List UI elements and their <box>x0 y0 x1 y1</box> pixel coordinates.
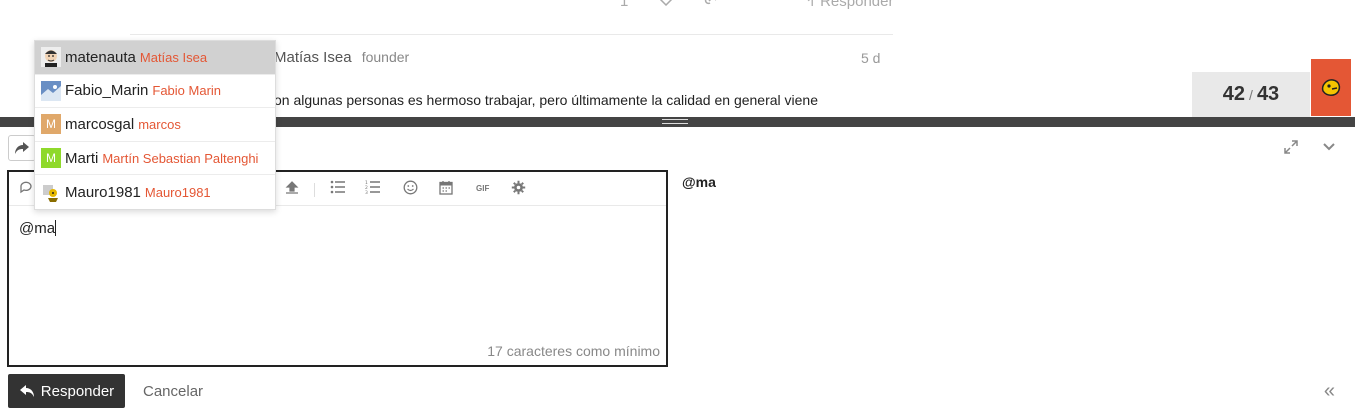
progress-current: 42 <box>1222 83 1246 105</box>
collapse-preview-icon[interactable]: « <box>1324 380 1335 403</box>
progress-separator: / <box>1249 86 1253 103</box>
avatar-icon <box>1321 78 1341 96</box>
autocomplete-fullname: Matías Isea <box>139 49 208 65</box>
autocomplete-username: marcosgal <box>65 115 135 133</box>
topic-progress[interactable]: 42 / 43 <box>1192 72 1310 117</box>
reply-button[interactable]: Responder <box>8 374 125 408</box>
link-icon[interactable] <box>704 0 718 10</box>
svg-text:3: 3 <box>365 190 368 194</box>
avatar: M <box>41 148 61 169</box>
autocomplete-item[interactable]: Mauro1981 Mauro1981 <box>35 175 275 209</box>
post-actions: 1 ↰ Responder <box>620 0 923 10</box>
autocomplete-item[interactable]: M Marti Martín Sebastian Paltenghi <box>35 142 275 176</box>
reply-button-label: Responder <box>40 382 115 400</box>
reply-post-button[interactable]: ↰ Responder <box>803 0 893 10</box>
autocomplete-username: Fabio_Marin <box>65 82 149 100</box>
editor-textarea[interactable]: @ma <box>19 220 57 237</box>
autocomplete-fullname: Martín Sebastian Paltenghi <box>102 150 259 166</box>
reply-type-button[interactable] <box>8 135 36 161</box>
cancel-link[interactable]: Cancelar <box>143 383 203 400</box>
avatar: M <box>41 114 61 135</box>
autocomplete-username: Mauro1981 <box>65 183 141 201</box>
chevron-down-icon[interactable] <box>1321 139 1337 160</box>
upload-icon[interactable] <box>284 180 300 196</box>
quote-icon[interactable] <box>19 180 33 194</box>
autocomplete-username: matenauta <box>65 48 136 66</box>
mention-autocomplete: matenauta Matías Isea Fabio_Marin Fabio … <box>34 40 276 210</box>
author-title: founder <box>361 49 410 65</box>
reply-icon <box>19 385 34 397</box>
post-body: on algunas personas es hermoso trabajar,… <box>274 92 819 108</box>
editor-text: @ma <box>19 220 56 237</box>
text-caret <box>55 220 57 236</box>
reply-arrow-icon: ↰ <box>803 0 816 10</box>
bullet-list-icon[interactable] <box>330 180 346 194</box>
like-count: 1 <box>620 0 629 10</box>
composer-controls <box>1283 139 1337 160</box>
post-divider <box>130 34 893 35</box>
avatar <box>41 47 61 68</box>
autocomplete-username: Marti <box>65 149 99 167</box>
autocomplete-fullname: Fabio Marin <box>152 83 222 99</box>
fullscreen-icon[interactable] <box>1283 139 1299 160</box>
char-count-hint: 17 caracteres como mínimo <box>487 343 660 359</box>
post-author[interactable]: Matías Isea founder <box>274 49 409 66</box>
post-date[interactable]: 5 d <box>861 50 880 66</box>
avatar <box>41 80 61 101</box>
app-root: 1 ↰ Responder Matías Isea founder 5 d on… <box>0 0 1355 413</box>
heart-icon[interactable] <box>658 0 674 10</box>
numbered-list-icon[interactable]: 123 <box>365 180 381 194</box>
gear-icon[interactable] <box>511 180 526 195</box>
avatar <box>41 182 61 203</box>
autocomplete-item[interactable]: M marcosgal marcos <box>35 108 275 142</box>
calendar-icon[interactable] <box>439 180 453 195</box>
preview-pane: @ma <box>682 174 716 190</box>
gif-icon[interactable]: GIF <box>476 184 489 193</box>
autocomplete-item[interactable]: Fabio_Marin Fabio Marin <box>35 75 275 109</box>
notification-avatar[interactable] <box>1311 59 1351 116</box>
grip-handle[interactable] <box>662 119 688 124</box>
toolbar-divider <box>314 183 315 197</box>
reply-post-label: Responder <box>820 0 894 10</box>
autocomplete-fullname: Mauro1981 <box>144 184 211 200</box>
autocomplete-fullname: marcos <box>138 116 181 132</box>
author-name[interactable]: Matías Isea <box>274 49 352 66</box>
progress-total: 43 <box>1256 83 1280 105</box>
emoji-icon[interactable] <box>403 180 418 195</box>
share-arrow-icon <box>15 142 29 154</box>
autocomplete-item[interactable]: matenauta Matías Isea <box>35 41 275 75</box>
